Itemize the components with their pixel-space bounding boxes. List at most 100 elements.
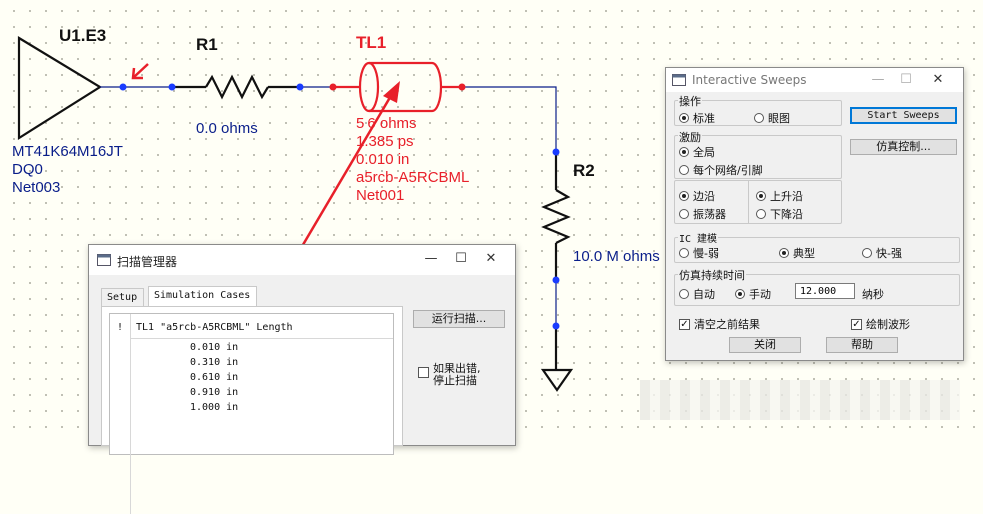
table-row[interactable]: 0.310 in bbox=[190, 357, 238, 368]
annotation-arrow-small bbox=[131, 63, 149, 80]
flag-column bbox=[110, 314, 131, 514]
tl1-ref-label: TL1 bbox=[356, 33, 387, 52]
maximize-button[interactable]: ☐ bbox=[890, 72, 922, 87]
tab-setup[interactable]: Setup bbox=[101, 288, 144, 306]
radio-dot[interactable] bbox=[679, 209, 689, 219]
flag-column-header: ! bbox=[117, 322, 124, 333]
u1-buffer-symbol[interactable] bbox=[17, 36, 103, 140]
ground-symbol[interactable] bbox=[540, 368, 574, 392]
checkbox-label: 绘制波形 bbox=[866, 318, 910, 331]
blurred-watermark bbox=[640, 380, 960, 420]
node-r1-left[interactable] bbox=[168, 83, 176, 91]
table-row[interactable]: 0.010 in bbox=[190, 342, 238, 353]
duration-unit-label: 纳秒 bbox=[862, 288, 884, 301]
duration-auto-radio[interactable]: 自动 bbox=[679, 286, 715, 302]
tl1-net-label: Net001 bbox=[356, 187, 405, 204]
checkbox-box[interactable]: ✓ bbox=[851, 318, 862, 330]
cases-table[interactable]: ! TL1 "a5rcb-A5RCBML" Length 0.010 in 0.… bbox=[109, 313, 394, 514]
close-button[interactable]: ✕ bbox=[475, 251, 507, 266]
operation-eye-radio[interactable]: 眼图 bbox=[754, 110, 790, 126]
falling-edge-radio[interactable]: 下降沿 bbox=[756, 206, 803, 222]
oscillator-radio[interactable]: 振荡器 bbox=[679, 206, 726, 222]
start-sweeps-button[interactable]: Start Sweeps bbox=[850, 107, 957, 124]
run-sweep-button[interactable]: 运行扫描... bbox=[413, 310, 505, 328]
radio-dot[interactable] bbox=[679, 248, 689, 258]
duration-value-input[interactable]: 12.000 bbox=[795, 283, 855, 299]
stop-on-error-checkbox[interactable]: 如果出错, 停止扫描 bbox=[418, 363, 481, 387]
node-r2-bottom[interactable] bbox=[552, 276, 560, 284]
annotation-arrow-head bbox=[383, 81, 400, 103]
edge-group-divider bbox=[748, 180, 749, 224]
rising-edge-radio[interactable]: 上升沿 bbox=[756, 188, 803, 204]
node-r2-top[interactable] bbox=[552, 148, 560, 156]
operation-standard-radio[interactable]: 标准 bbox=[679, 110, 715, 126]
u1-part-label: MT41K64M16JT bbox=[12, 143, 123, 160]
radio-dot[interactable] bbox=[754, 113, 764, 123]
stimulus-per-net-radio[interactable]: 每个网络/引脚 bbox=[679, 162, 763, 178]
radio-dot[interactable] bbox=[756, 191, 766, 201]
radio-label: 典型 bbox=[793, 247, 815, 260]
radio-dot[interactable] bbox=[679, 113, 689, 123]
duration-group-label: 仿真持续时间 bbox=[678, 267, 746, 283]
close-button[interactable]: ✕ bbox=[922, 72, 954, 87]
radio-dot[interactable] bbox=[679, 165, 689, 175]
radio-label: 每个网络/引脚 bbox=[693, 164, 763, 177]
ic-model-group-label: IC 建模 bbox=[678, 230, 719, 245]
stimulus-group-label: 激励 bbox=[678, 129, 702, 145]
r2-ref-label: R2 bbox=[573, 161, 595, 180]
interactive-sweeps-titlebar[interactable]: Interactive Sweeps — ☐ ✕ bbox=[666, 68, 963, 92]
radio-label: 边沿 bbox=[693, 190, 715, 203]
minimize-button[interactable]: — bbox=[415, 251, 447, 266]
sim-control-button[interactable]: 仿真控制... bbox=[850, 139, 957, 155]
r1-ref-label: R1 bbox=[196, 35, 218, 54]
node-r1-right[interactable] bbox=[296, 83, 304, 91]
radio-dot[interactable] bbox=[862, 248, 872, 258]
ic-slow-weak-radio[interactable]: 慢-弱 bbox=[679, 245, 719, 261]
stimulus-global-radio[interactable]: 全局 bbox=[679, 144, 715, 160]
node-u1-out[interactable] bbox=[119, 83, 127, 91]
r1-resistor-symbol[interactable] bbox=[205, 74, 269, 100]
table-row[interactable]: 0.610 in bbox=[190, 372, 238, 383]
maximize-button[interactable]: ☐ bbox=[445, 251, 477, 266]
checkbox-box[interactable]: ✓ bbox=[679, 318, 690, 330]
tl1-cylinder-body[interactable] bbox=[369, 61, 443, 113]
clear-results-checkbox[interactable]: ✓ 清空之前结果 bbox=[679, 316, 760, 332]
radio-dot[interactable] bbox=[756, 209, 766, 219]
radio-label: 慢-弱 bbox=[693, 247, 719, 260]
wire-tl1-r2[interactable] bbox=[462, 86, 557, 152]
tab-simulation-cases[interactable]: Simulation Cases bbox=[148, 286, 257, 307]
draw-waveform-checkbox[interactable]: ✓ 绘制波形 bbox=[851, 316, 910, 332]
r2-resistor-symbol[interactable] bbox=[541, 189, 571, 244]
ic-fast-strong-radio[interactable]: 快-强 bbox=[862, 245, 902, 261]
sweep-manager-titlebar[interactable]: 扫描管理器 — ☐ ✕ bbox=[89, 245, 515, 275]
interactive-sweeps-window: Interactive Sweeps — ☐ ✕ 操作 标准 眼图 Start … bbox=[665, 67, 964, 361]
tl1-model-label: a5rcb-A5RCBML bbox=[356, 169, 470, 186]
sweep-manager-title: 扫描管理器 bbox=[117, 255, 178, 269]
close-dialog-button[interactable]: 关闭 bbox=[729, 337, 801, 353]
help-button[interactable]: 帮助 bbox=[826, 337, 898, 353]
radio-dot[interactable] bbox=[779, 248, 789, 258]
radio-label: 手动 bbox=[749, 288, 771, 301]
u1-ref-label: U1.E3 bbox=[59, 26, 107, 45]
length-column-header[interactable]: TL1 "a5rcb-A5RCBML" Length bbox=[136, 322, 293, 333]
node-gnd[interactable] bbox=[552, 322, 560, 330]
r2-value-label: 10.0 M ohms bbox=[573, 248, 660, 265]
ic-typical-radio[interactable]: 典型 bbox=[779, 245, 815, 261]
edge-radio[interactable]: 边沿 bbox=[679, 188, 715, 204]
interactive-sweeps-title: Interactive Sweeps bbox=[692, 73, 807, 87]
duration-manual-radio[interactable]: 手动 bbox=[735, 286, 771, 302]
stop-on-error-label: 如果出错, 停止扫描 bbox=[433, 362, 481, 387]
stop-on-error-box[interactable] bbox=[418, 367, 429, 378]
header-divider bbox=[130, 338, 393, 339]
table-row[interactable]: 1.000 in bbox=[190, 402, 238, 413]
tl1-length-label: 0.010 in bbox=[356, 151, 410, 168]
node-tl1-left[interactable] bbox=[329, 83, 337, 91]
radio-dot[interactable] bbox=[679, 289, 689, 299]
radio-label: 下降沿 bbox=[770, 208, 803, 221]
radio-dot[interactable] bbox=[679, 191, 689, 201]
radio-dot[interactable] bbox=[679, 147, 689, 157]
node-tl1-right[interactable] bbox=[458, 83, 466, 91]
radio-label: 眼图 bbox=[768, 112, 790, 125]
table-row[interactable]: 0.910 in bbox=[190, 387, 238, 398]
radio-dot[interactable] bbox=[735, 289, 745, 299]
